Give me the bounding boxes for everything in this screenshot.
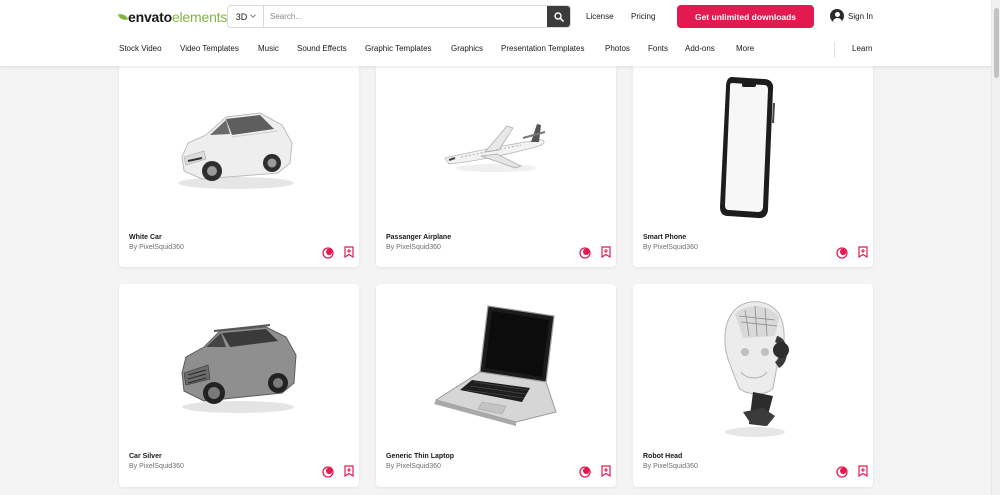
asset-card[interactable]: Generic Thin Laptop By PixelSquid360 [376, 284, 616, 487]
asset-author[interactable]: By PixelSquid360 [643, 463, 698, 470]
bookmark-add-icon[interactable] [600, 246, 612, 258]
nav-divider [834, 42, 835, 58]
airplane-image [444, 124, 546, 172]
asset-thumbnail[interactable] [633, 284, 873, 450]
category-nav: Stock Video Video Templates Music Sound … [0, 42, 1000, 58]
bookmark-add-icon[interactable] [600, 465, 612, 477]
nav-item-fonts[interactable]: Fonts [648, 44, 668, 53]
license-link[interactable]: License [586, 12, 614, 21]
asset-thumbnail[interactable] [119, 284, 359, 450]
search-input[interactable] [264, 6, 547, 27]
asset-card[interactable]: White Car By PixelSquid360 [119, 60, 359, 267]
scrollbar-thumb[interactable] [994, 8, 999, 78]
bookmark-add-icon[interactable] [857, 246, 869, 258]
search-category-select[interactable]: 3D [228, 6, 264, 27]
robot-head-image [724, 301, 789, 437]
user-avatar-icon [830, 9, 844, 23]
asset-title[interactable]: Smart Phone [643, 234, 686, 241]
asset-card[interactable]: Robot Head By PixelSquid360 [633, 284, 873, 487]
similar-items-icon[interactable] [579, 247, 591, 259]
nav-item-video-templates[interactable]: Video Templates [180, 44, 239, 53]
white-car-image [178, 112, 294, 189]
get-unlimited-downloads-button[interactable]: Get unlimited downloads [677, 5, 814, 28]
asset-author[interactable]: By PixelSquid360 [386, 244, 441, 251]
nav-item-graphics[interactable]: Graphics [451, 44, 483, 53]
nav-item-presentation-templates[interactable]: Presentation Templates [501, 44, 584, 53]
asset-thumbnail[interactable] [633, 66, 873, 230]
search-button[interactable] [547, 6, 570, 27]
similar-items-icon[interactable] [836, 247, 848, 259]
bookmark-add-icon[interactable] [343, 246, 355, 258]
bookmark-add-icon[interactable] [857, 465, 869, 477]
nav-item-sound-effects[interactable]: Sound Effects [297, 44, 347, 53]
bookmark-add-icon[interactable] [343, 465, 355, 477]
search-bar: 3D [227, 5, 571, 28]
similar-items-icon[interactable] [322, 247, 334, 259]
asset-title[interactable]: White Car [129, 234, 162, 241]
search-icon [553, 11, 564, 22]
asset-author[interactable]: By PixelSquid360 [643, 244, 698, 251]
nav-item-add-ons[interactable]: Add-ons [685, 44, 715, 53]
chevron-down-icon [250, 12, 257, 18]
pricing-link[interactable]: Pricing [631, 12, 655, 21]
asset-thumbnail[interactable] [376, 284, 616, 450]
sign-in-button[interactable]: Sign In [830, 9, 873, 23]
asset-title[interactable]: Car Silver [129, 453, 162, 460]
smartphone-image [720, 77, 775, 219]
asset-thumbnail[interactable] [376, 66, 616, 230]
nav-item-stock-video[interactable]: Stock Video [119, 44, 162, 53]
nav-item-music[interactable]: Music [258, 44, 279, 53]
similar-items-icon[interactable] [579, 466, 591, 478]
asset-thumbnail[interactable] [119, 66, 359, 230]
asset-card[interactable]: Car Silver By PixelSquid360 [119, 284, 359, 487]
page-scrollbar[interactable] [991, 0, 1000, 495]
asset-author[interactable]: By PixelSquid360 [129, 463, 184, 470]
leaf-icon [117, 11, 129, 23]
nav-item-photos[interactable]: Photos [605, 44, 630, 53]
laptop-image [434, 305, 557, 426]
asset-author[interactable]: By PixelSquid360 [129, 244, 184, 251]
top-header: envatoelements 3D License Pricing Get un… [0, 0, 1000, 66]
silver-suv-image [181, 324, 297, 413]
asset-title[interactable]: Robot Head [643, 453, 682, 460]
asset-card[interactable]: Smart Phone By PixelSquid360 [633, 60, 873, 267]
envato-elements-logo[interactable]: envato elements [117, 9, 227, 25]
nav-item-learn[interactable]: Learn [852, 44, 872, 53]
asset-author[interactable]: By PixelSquid360 [386, 463, 441, 470]
asset-card[interactable]: Passanger Airplane By PixelSquid360 [376, 60, 616, 267]
similar-items-icon[interactable] [836, 466, 848, 478]
similar-items-icon[interactable] [322, 466, 334, 478]
nav-item-graphic-templates[interactable]: Graphic Templates [365, 44, 432, 53]
asset-title[interactable]: Generic Thin Laptop [386, 453, 454, 460]
nav-item-more[interactable]: More [736, 44, 754, 53]
asset-title[interactable]: Passanger Airplane [386, 234, 451, 241]
